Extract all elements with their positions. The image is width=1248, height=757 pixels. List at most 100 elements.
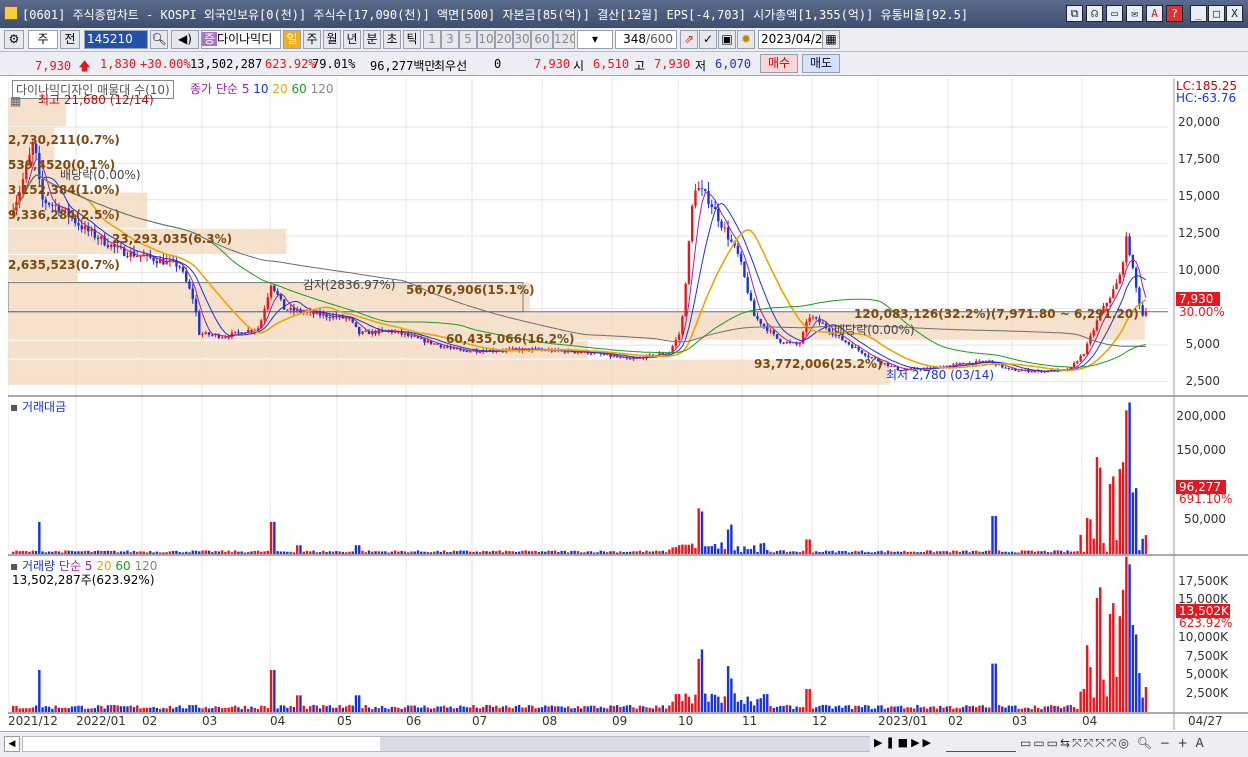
config-icon[interactable]: ✹ — [737, 30, 755, 49]
price-ma-legend: 종가 단순 5 10 20 60 120 — [190, 82, 334, 96]
volume-info: 13,502,287주(623.92%) — [12, 573, 155, 587]
price-change-pct: +30.00% — [140, 57, 191, 71]
volume-pct-tag: 623.92% — [1179, 616, 1233, 630]
current-price: 7,930 🡅 — [35, 59, 91, 73]
x-tick: 03 — [202, 714, 218, 728]
buy-button[interactable]: 매수 — [760, 54, 798, 73]
open-price: 6,510 — [593, 57, 630, 71]
search-icon[interactable]: 🔍︎ — [150, 30, 168, 49]
chart-mode-icon[interactable]: ▦ — [10, 94, 21, 108]
chart-type-icon[interactable]: ⇗ — [680, 30, 698, 49]
high-marker: 최고 21,680 (12/14) — [38, 93, 154, 107]
x-tick: 04 — [1082, 714, 1098, 728]
low-label: 저 — [695, 59, 707, 73]
sell-button[interactable]: 매도 — [802, 54, 840, 73]
current-price-tag: 7,930 — [1176, 292, 1220, 306]
indicator-icon[interactable]: ✓ — [699, 30, 717, 49]
maximize-button[interactable]: □ — [1208, 5, 1225, 22]
minute-3[interactable]: 3 — [441, 30, 459, 49]
up-arrow-icon: 🡅 — [78, 59, 91, 73]
period-month[interactable]: 월 — [323, 30, 341, 49]
save-icon[interactable]: ▣ — [718, 30, 736, 49]
vol-y-tick: 5,000K — [1185, 667, 1228, 681]
x-tick: 09 — [612, 714, 628, 728]
minute-60[interactable]: 60 — [531, 30, 553, 49]
y-tick: 5,000 — [1185, 337, 1220, 351]
y-tick: 2,500 — [1185, 374, 1220, 388]
x-tick: 02 — [142, 714, 158, 728]
y-tick: 15,000 — [1178, 189, 1220, 203]
period-day[interactable]: 일 — [283, 30, 301, 49]
period-year[interactable]: 년 — [343, 30, 361, 49]
x-tick: 07 — [472, 714, 488, 728]
help-button[interactable]: ? — [1166, 5, 1183, 22]
zoom-slider[interactable] — [946, 736, 1016, 752]
best-quote-label: 최우선 — [434, 59, 468, 73]
turnover-rate: 79.01% — [312, 57, 356, 71]
x-tick: 12 — [812, 714, 828, 728]
market-select[interactable]: 주 — [28, 30, 58, 49]
prev-button[interactable]: 전 — [60, 30, 80, 49]
x-tick: 05 — [337, 714, 353, 728]
minimize-button[interactable]: _ — [1190, 5, 1207, 22]
title-bar: [0601] 주식종합차트 - KOSPI 외국인보유[0(천)] 주식수[17… — [0, 0, 1248, 28]
play-controls[interactable]: ▶❚■▶▶ — [874, 736, 954, 752]
drawing-tools[interactable]: ▭▭▭⇆⤧⤧⤧⤧◎ 🔍︎ − + A — [1020, 736, 1244, 752]
period-tick[interactable]: 틱 — [403, 30, 421, 49]
low-price: 6,070 — [715, 57, 752, 71]
capital-reduction-label: 감자(2836.97%) — [303, 278, 396, 292]
amount-y-tick: 200,000 — [1176, 409, 1226, 423]
vol-y-tick: 10,000K — [1178, 630, 1228, 644]
x-tick: 06 — [406, 714, 422, 728]
profile-label-6: 2,635,523(0.7%) — [8, 258, 120, 272]
y-tick: 12,500 — [1178, 226, 1220, 240]
price-change: 1,830 — [100, 57, 137, 71]
period-minute[interactable]: 분 — [363, 30, 381, 49]
minute-5[interactable]: 5 — [459, 30, 477, 49]
scroll-left-button[interactable]: ◀ — [4, 736, 20, 752]
period-second[interactable]: 초 — [383, 30, 401, 49]
y-tick: 10,000 — [1178, 263, 1220, 277]
scroll-thumb[interactable] — [380, 737, 870, 751]
minute-30[interactable]: 30 — [513, 30, 531, 49]
chart-labels: 다이나믹디자인 매물대 수(10) 종가 단순 5 10 20 60 120 ▦… — [8, 78, 1248, 730]
link-window-button[interactable]: ⧉ — [1066, 5, 1083, 22]
calendar-icon[interactable]: ▦ — [822, 30, 840, 49]
profile-label-4: 9,336,284(2.5%) — [8, 208, 120, 222]
amount-panel-title: ▪ 거래대금 — [10, 400, 67, 414]
settings-icon[interactable]: ⚙ — [4, 30, 24, 49]
minute-120[interactable]: 120 — [553, 30, 575, 49]
stock-name: 증 다이나믹디 — [201, 30, 281, 49]
period-week[interactable]: 주 — [303, 30, 321, 49]
close-button[interactable]: X — [1226, 5, 1243, 22]
hc-value: HC:-63.76 — [1176, 91, 1237, 105]
font-button[interactable]: A — [1146, 5, 1163, 22]
high-price: 7,930 — [654, 57, 691, 71]
x-tick-last: 04/27 — [1188, 714, 1223, 728]
scroll-bar: ◀ ▶❚■▶▶ ▭▭▭⇆⤧⤧⤧⤧◎ 🔍︎ − + A — [0, 731, 1248, 757]
x-tick: 2023/01 — [878, 714, 928, 728]
x-tick: 02 — [948, 714, 964, 728]
custom-period-select[interactable]: ▾ — [577, 30, 613, 49]
layout-button[interactable]: ▭ — [1106, 5, 1123, 22]
profile-label-9: 60,435,066(16.2%) — [446, 332, 575, 346]
best-quote-value: 0 — [494, 57, 502, 71]
window-title: [0601] 주식종합차트 - KOSPI 외국인보유[0(천)] 주식수[17… — [22, 8, 969, 22]
bid-price: 7,930 — [534, 57, 571, 71]
profile-label-5: 23,293,035(6.3%) — [112, 232, 233, 246]
profile-label-3: 3,152,384(1.0%) — [8, 183, 120, 197]
vol-y-tick: 17,500K — [1178, 574, 1228, 588]
volume-ratio: 623.92% — [265, 57, 316, 71]
data-count: 348/600 — [615, 30, 677, 49]
minute-10[interactable]: 10 — [477, 30, 495, 49]
mail-button[interactable]: ✉ — [1126, 5, 1143, 22]
alert-button[interactable]: ☊ — [1086, 5, 1103, 22]
quote-bar: 7,930 🡅 1,830 +30.00% 13,502,287 623.92%… — [0, 52, 1248, 76]
y-tick: 20,000 — [1178, 115, 1220, 129]
speaker-icon[interactable]: ◀) — [171, 30, 199, 49]
x-tick: 2021/12 — [8, 714, 58, 728]
code-input[interactable]: 145210 — [84, 30, 148, 49]
minute-20[interactable]: 20 — [495, 30, 513, 49]
minute-1[interactable]: 1 — [423, 30, 441, 49]
app-icon — [4, 6, 18, 20]
